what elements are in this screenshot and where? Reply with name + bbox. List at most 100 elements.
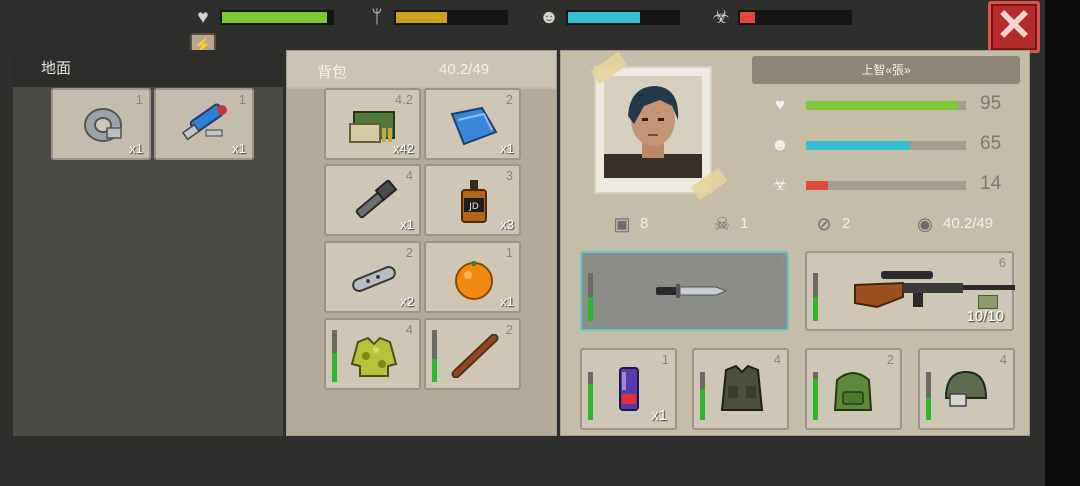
slot-weight: 4 xyxy=(405,322,413,337)
slot-weight: 1 xyxy=(135,92,143,107)
durability-fill xyxy=(926,398,931,420)
ground-title: 地面 xyxy=(13,50,283,87)
durability-bar xyxy=(926,372,931,420)
tactical-vest-icon xyxy=(720,364,764,411)
slot-weight: 2 xyxy=(405,245,413,260)
character-portrait[interactable] xyxy=(590,51,728,201)
ground-slot-2[interactable]: 1 x1 xyxy=(154,88,254,160)
helmet-slot[interactable]: 4 xyxy=(918,348,1015,430)
backpack-title: 背包 xyxy=(317,64,348,81)
ammo-count: 10/10 xyxy=(966,308,1004,325)
durability-bar xyxy=(332,330,337,382)
health-fill xyxy=(806,101,958,110)
slot-weight: 4 xyxy=(405,168,413,183)
item-count: x1 xyxy=(400,217,414,232)
green-backpack-icon xyxy=(833,372,873,411)
slot-weight: 2 xyxy=(886,352,894,367)
radiation-fill xyxy=(806,181,829,190)
head-icon: ☻ xyxy=(539,7,559,28)
backpack-slot-2[interactable]: 2 x1 xyxy=(424,88,521,160)
item-count: x1 xyxy=(500,294,514,309)
slot-weight: 1 xyxy=(661,352,669,367)
health-bar xyxy=(806,101,966,110)
durability-fill xyxy=(813,379,818,420)
character-name: 上智«張» xyxy=(752,56,1020,84)
backpack-slot-5[interactable]: 2 x2 xyxy=(324,241,421,313)
item-count: x1 xyxy=(232,141,246,156)
slot-weight: 3 xyxy=(505,168,513,183)
backpack-slot-7[interactable]: 4 xyxy=(324,318,421,390)
durability-fill xyxy=(813,297,818,321)
heart-icon: ♥ xyxy=(774,95,786,114)
top-health-fill xyxy=(222,12,327,23)
duct-tape-icon xyxy=(84,108,122,142)
top-mind-status: ☻ xyxy=(536,6,686,30)
backpack-slot-4[interactable]: 3 JD x3 xyxy=(424,164,521,236)
orange-fruit-icon xyxy=(455,261,493,300)
weight-icon: ◉ xyxy=(917,214,933,234)
combat-knife-icon xyxy=(656,284,728,298)
item-count: x1 xyxy=(129,141,143,156)
durability-bar xyxy=(813,372,818,420)
screen-edge xyxy=(1045,0,1080,486)
top-mind-bar xyxy=(566,10,680,25)
gas-mask-value: 1 xyxy=(740,215,749,232)
durability-bar xyxy=(588,372,593,420)
slot-weight: 1 xyxy=(773,255,781,270)
item-count: x2 xyxy=(400,294,414,309)
biohazard-icon: ☣ xyxy=(772,175,788,194)
radiation-value: 14 xyxy=(980,173,1002,194)
item-count: x1 xyxy=(500,141,514,156)
top-radiation-fill xyxy=(740,12,756,23)
top-health-status: ♥ xyxy=(190,6,340,30)
metal-pipe-icon xyxy=(352,266,396,292)
gas-mask-icon: ☠ xyxy=(713,214,731,234)
ammo-icon xyxy=(978,295,998,309)
fork-knife-icon: ᛘ xyxy=(371,7,383,28)
backpack-equip-slot[interactable]: 2 xyxy=(805,348,902,430)
melee-weapon-slot[interactable]: 1 xyxy=(580,251,789,331)
stealth-value: 2 xyxy=(842,215,851,232)
blue-cloth-icon xyxy=(450,106,498,146)
weight-value: 40.2/49 xyxy=(943,215,994,232)
quick-item-slot[interactable]: 1 x1 xyxy=(580,348,677,430)
pipe-wrench-icon xyxy=(355,180,398,219)
head-icon: ☻ xyxy=(771,135,789,154)
durability-fill xyxy=(588,297,593,321)
eye-slash-icon: ⊘ xyxy=(816,214,832,234)
svg-text:JD: JD xyxy=(468,202,479,212)
slot-weight: 1 xyxy=(238,92,246,107)
mind-value: 65 xyxy=(980,133,1002,154)
health-value: 95 xyxy=(980,93,1002,114)
durability-fill xyxy=(700,388,705,420)
durability-fill xyxy=(432,358,437,382)
durability-bar xyxy=(432,330,437,382)
biohazard-icon: ☣ xyxy=(712,7,730,28)
body-armor-slot[interactable]: 4 xyxy=(692,348,789,430)
backpack-slot-1[interactable]: 4.2 x42 xyxy=(324,88,421,160)
ground-slot-1[interactable]: 1 x1 xyxy=(51,88,151,160)
whiskey-bottle-icon: JD xyxy=(461,180,487,223)
ranged-weapon-slot[interactable]: 6 10/10 xyxy=(805,251,1015,331)
radiation-bar xyxy=(806,181,966,190)
blowtorch-icon xyxy=(181,103,227,141)
close-button[interactable]: ✕ xyxy=(988,1,1040,53)
top-health-bar xyxy=(220,10,334,25)
backpack-weight: 40.2/49 xyxy=(439,61,490,78)
durability-bar xyxy=(813,273,818,321)
character-radiation: ☣ 14 xyxy=(768,173,1013,195)
durability-bar xyxy=(588,273,593,321)
backpack-slot-3[interactable]: 4 x1 xyxy=(324,164,421,236)
durability-fill xyxy=(332,353,337,382)
mind-fill xyxy=(806,141,910,150)
helmet-icon xyxy=(944,370,988,407)
heart-icon: ♥ xyxy=(197,7,209,28)
backpack-slot-6[interactable]: 1 x1 xyxy=(424,241,521,313)
item-count: x42 xyxy=(393,141,414,156)
slot-weight: 4 xyxy=(999,352,1007,367)
slot-weight: 2 xyxy=(505,92,513,107)
top-radiation-status: ☣ xyxy=(708,6,858,30)
backpack-slot-8[interactable]: 2 xyxy=(424,318,521,390)
slot-weight: 4 xyxy=(773,352,781,367)
baseball-bat-icon xyxy=(451,334,499,378)
